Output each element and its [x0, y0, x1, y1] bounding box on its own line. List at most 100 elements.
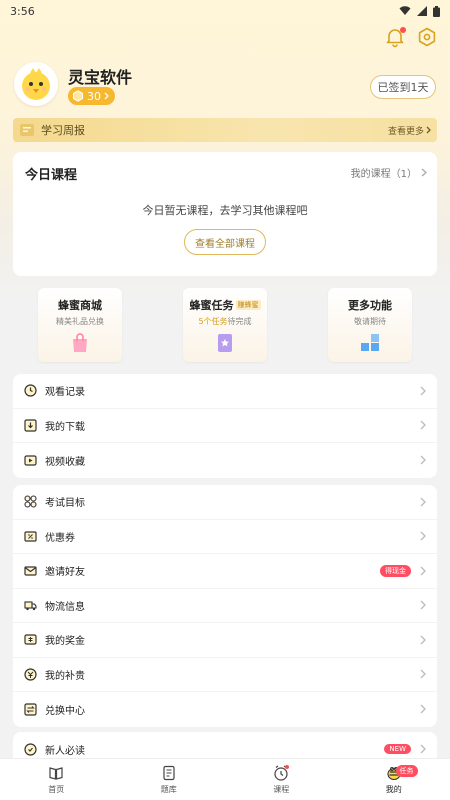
list-item-label: 物流信息: [45, 601, 85, 613]
list-item-label: 考试目标: [45, 498, 85, 510]
list-group-guide: 新人必读 NEW: [13, 732, 437, 758]
list-item-coupons[interactable]: 优惠券: [13, 520, 437, 554]
more-features-subtitle: 敬请期待: [354, 317, 386, 326]
status-icons: [399, 5, 440, 17]
exchange-icon: [23, 702, 37, 716]
tab-mine-label: 我的: [385, 785, 402, 794]
list-item-invite-friends[interactable]: 邀请好友 得现金: [13, 554, 437, 589]
report-more-label: 查看更多: [387, 126, 424, 137]
chevron-right-icon: [420, 600, 426, 610]
list-item-logistics[interactable]: 物流信息: [13, 589, 437, 623]
chevron-right-icon: [420, 386, 426, 396]
honey-mall-title: 蜂蜜商城: [58, 299, 102, 312]
list-item-label: 视频收藏: [45, 456, 85, 468]
signal-icon: [417, 6, 427, 16]
status-time: 3:56: [10, 4, 35, 18]
notification-dot: [400, 27, 406, 33]
signin-button[interactable]: 已签到1天: [370, 75, 436, 99]
chevron-right-icon: [420, 531, 426, 541]
feature-tiles: 蜂蜜商城 精美礼品兑换 蜂蜜任务 赚蜂蜜 5个任务待完成 更多功能 敬请期待: [38, 288, 412, 362]
settings-button[interactable]: [416, 26, 438, 48]
chevron-right-icon: [420, 704, 426, 714]
bottom-tab-bar: 首页 题库 课程 我的 任务: [0, 758, 450, 800]
chevron-right-icon: [104, 92, 109, 100]
coupon-icon: [23, 529, 37, 543]
coin-badge[interactable]: 30: [68, 87, 115, 105]
clock-icon: [272, 764, 290, 782]
chevron-right-icon: [420, 566, 426, 576]
chevron-right-icon: [420, 744, 426, 754]
list-item-exam-target[interactable]: 考试目标: [13, 485, 437, 520]
list-item-my-subsidy[interactable]: 我的补贵: [13, 658, 437, 692]
coin-count: 30: [87, 89, 101, 103]
task-count: 5个任务: [198, 317, 228, 326]
status-bar: 3:56: [0, 0, 450, 22]
my-courses-label: 我的课程（1）: [350, 169, 417, 180]
chevron-right-icon: [426, 126, 431, 134]
honey-task-tile[interactable]: 蜂蜜任务 赚蜂蜜 5个任务待完成: [183, 288, 267, 362]
earn-honey-tag: 赚蜂蜜: [235, 300, 261, 310]
invite-icon: [23, 564, 37, 578]
more-features-tile[interactable]: 更多功能 敬请期待: [328, 288, 412, 362]
newbie-icon: [23, 742, 37, 756]
today-course-title: 今日课程: [25, 168, 78, 183]
chevron-right-icon: [420, 669, 426, 679]
chevron-right-icon: [420, 497, 426, 507]
honey-task-title: 蜂蜜任务: [189, 299, 234, 312]
list-item-label: 我的奖金: [45, 636, 85, 648]
gear-icon: [418, 27, 436, 47]
truck-icon: [23, 598, 37, 612]
list-item-label: 观看记录: [45, 387, 85, 399]
list-item-exchange-center[interactable]: 兑换中心: [13, 692, 437, 727]
tab-question-bank-label: 题库: [160, 785, 177, 794]
profile-section: 灵宝软件 30 已签到1天: [14, 62, 436, 112]
tab-mine[interactable]: 我的 任务: [338, 759, 450, 800]
wifi-icon: [399, 6, 411, 15]
chevron-right-icon: [420, 455, 426, 465]
download-icon: [23, 418, 37, 432]
today-course-card: 今日课程 我的课程（1） 今日暂无课程，去学习其他课程吧 查看全部课程: [13, 152, 437, 276]
list-item-label: 兑换中心: [45, 705, 85, 717]
list-item-label: 优惠券: [45, 532, 75, 544]
tab-courses-label: 课程: [273, 785, 290, 794]
honey-coin-icon: [73, 90, 83, 102]
blocks-icon: [361, 334, 379, 351]
question-bank-icon: [160, 764, 178, 782]
video-collect-icon: [23, 453, 37, 467]
honey-task-subtitle: 5个任务待完成: [183, 316, 267, 327]
study-report-bar[interactable]: 学习周报 查看更多: [13, 118, 437, 142]
tab-home[interactable]: 首页: [0, 759, 113, 800]
list-item-my-bonus[interactable]: 我的奖金: [13, 623, 437, 658]
chevron-right-icon: [421, 168, 427, 177]
list-item-downloads[interactable]: 我的下载: [13, 409, 437, 443]
shopping-bag-icon: [73, 333, 87, 352]
header-actions: [384, 26, 438, 48]
list-item-video-favorites[interactable]: 视频收藏: [13, 443, 437, 478]
list-item-label: 我的补贵: [45, 670, 85, 682]
chick-avatar-icon: [22, 68, 50, 100]
history-icon: [23, 384, 37, 398]
tab-home-label: 首页: [48, 785, 65, 794]
task-pending-label: 待完成: [227, 317, 252, 326]
report-title: 学习周报: [41, 124, 85, 137]
view-all-courses-button[interactable]: 查看全部课程: [184, 229, 266, 255]
bonus-icon: [23, 633, 37, 647]
list-item-label: 新人必读: [45, 745, 85, 757]
battery-icon: [433, 5, 440, 17]
honey-mall-tile[interactable]: 蜂蜜商城 精美礼品兑换: [38, 288, 122, 362]
new-badge: NEW: [384, 744, 411, 754]
empty-course-text: 今日暂无课程，去学习其他课程吧: [142, 204, 308, 217]
subsidy-icon: [23, 667, 37, 681]
list-item-watch-history[interactable]: 观看记录: [13, 374, 437, 409]
my-courses-link[interactable]: 我的课程（1）: [351, 165, 427, 180]
tab-question-bank[interactable]: 题库: [113, 759, 226, 800]
notification-button[interactable]: [384, 26, 406, 48]
report-more-link[interactable]: 查看更多: [388, 124, 431, 137]
honey-task-title-row: 蜂蜜任务 赚蜂蜜: [183, 297, 267, 313]
home-book-icon: [47, 764, 65, 782]
list-item-newbie-guide[interactable]: 新人必读 NEW: [13, 732, 437, 758]
task-badge: 任务: [395, 765, 418, 777]
avatar[interactable]: [14, 62, 58, 106]
target-icon: [23, 495, 37, 509]
tab-courses[interactable]: 课程: [225, 759, 338, 800]
